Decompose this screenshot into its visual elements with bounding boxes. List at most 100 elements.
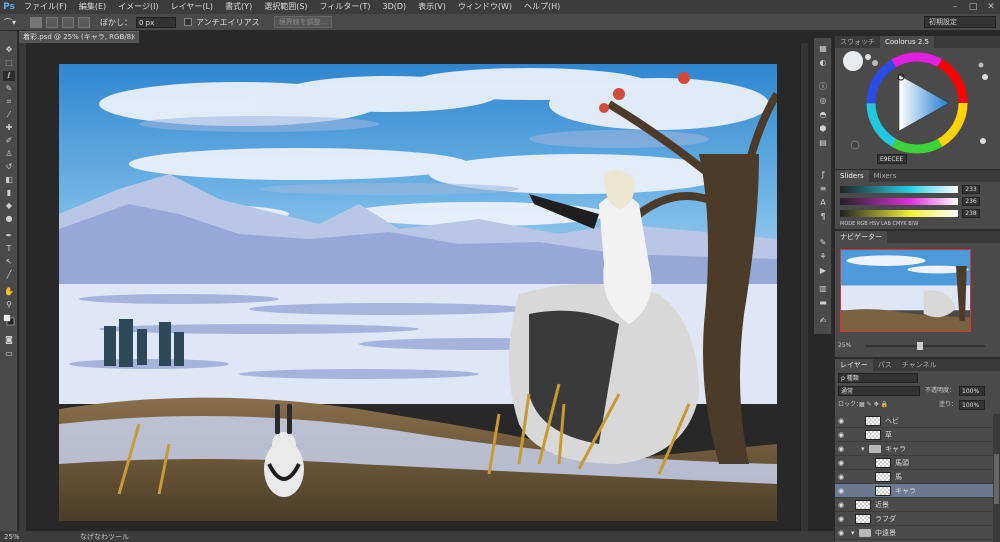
- notes-panel-icon[interactable]: ✍: [817, 316, 829, 326]
- document-tab[interactable]: 着彩.psd @ 25% (キャラ, RGB/8) ×: [19, 31, 139, 43]
- navigator-zoom-handle[interactable]: [917, 342, 923, 350]
- slider-b-value[interactable]: 238: [962, 209, 980, 218]
- tab-layers[interactable]: レイヤー: [835, 359, 873, 371]
- opacity-input[interactable]: 100%: [959, 386, 985, 396]
- 3d-panel-icon[interactable]: ⬢: [817, 124, 829, 134]
- zoom-tool-icon[interactable]: ⚲: [3, 300, 15, 310]
- visibility-eye-icon[interactable]: ◉: [838, 528, 848, 538]
- feather-input[interactable]: 0 px: [136, 16, 176, 28]
- brush-preset-icon[interactable]: ≡: [817, 184, 829, 194]
- layer-row[interactable]: ◉ 近景: [835, 498, 993, 512]
- navigator-thumbnail[interactable]: [840, 249, 971, 332]
- slider-b[interactable]: 238: [840, 209, 995, 218]
- close-document-icon[interactable]: ×: [130, 32, 136, 43]
- clone-source-icon[interactable]: ⚘: [817, 252, 829, 262]
- clone-stamp-tool-icon[interactable]: ♙: [3, 149, 15, 159]
- menu-layer[interactable]: レイヤー(L): [165, 0, 219, 14]
- lock-icons[interactable]: ▦✎✥🔒: [859, 400, 890, 410]
- group-expand-icon[interactable]: ▾: [851, 528, 855, 538]
- brush-panel-icon[interactable]: ƒ: [817, 170, 829, 180]
- eraser-tool-icon[interactable]: ◧: [3, 175, 15, 185]
- refine-edge-button[interactable]: 境界線を調整...: [273, 16, 333, 28]
- dodge-tool-icon[interactable]: ●: [3, 214, 15, 224]
- lasso-preset-icon[interactable]: ⌒▾: [4, 17, 26, 28]
- visibility-eye-icon[interactable]: ◉: [838, 500, 848, 510]
- menu-filter[interactable]: フィルター(T): [314, 0, 377, 14]
- antialias-checkbox[interactable]: [184, 18, 192, 26]
- brush-tool-icon[interactable]: ✐: [3, 136, 15, 146]
- slider-g-value[interactable]: 236: [962, 197, 980, 206]
- slider-r[interactable]: 233: [840, 185, 995, 194]
- visibility-eye-icon[interactable]: ◉: [838, 472, 848, 482]
- slider-r-bar[interactable]: [840, 186, 958, 193]
- intersect-selection-icon[interactable]: [78, 16, 90, 28]
- menu-3d[interactable]: 3D(D): [377, 0, 413, 14]
- quick-mask-icon[interactable]: ◙: [3, 335, 15, 345]
- menu-view[interactable]: 表示(V): [412, 0, 452, 14]
- zoom-level[interactable]: 25%: [0, 533, 40, 541]
- fill-input[interactable]: 100%: [959, 400, 985, 410]
- type-tool-icon[interactable]: T: [3, 244, 15, 254]
- menu-help[interactable]: ヘルプ(H): [518, 0, 566, 14]
- layer-row[interactable]: ◉ 馬頭: [835, 456, 993, 470]
- color-panel-icon[interactable]: ◐: [817, 58, 829, 68]
- tab-navigator[interactable]: ナビゲーター: [835, 231, 887, 243]
- healing-brush-tool-icon[interactable]: ✚: [3, 123, 15, 133]
- tab-coolorus[interactable]: Coolorus 2.5: [880, 36, 934, 48]
- gradient-tool-icon[interactable]: ▮: [3, 188, 15, 198]
- lasso-tool-icon[interactable]: ℓ: [3, 71, 15, 81]
- menu-select[interactable]: 選択範囲(S): [258, 0, 313, 14]
- path-selection-tool-icon[interactable]: ↖: [3, 257, 15, 267]
- properties-panel-icon[interactable]: ◎: [817, 96, 829, 106]
- history-panel-icon[interactable]: ▦: [817, 44, 829, 54]
- layer-row[interactable]: ◉ ヘビ: [835, 414, 993, 428]
- add-selection-icon[interactable]: [46, 16, 58, 28]
- visibility-eye-icon[interactable]: ◉: [838, 514, 848, 524]
- group-expand-icon[interactable]: ▾: [861, 444, 865, 454]
- tab-mixers[interactable]: Mixers: [869, 170, 902, 182]
- layers-scrollbar[interactable]: [993, 414, 1000, 542]
- menu-edit[interactable]: 編集(E): [73, 0, 112, 14]
- layer-row[interactable]: ◉ ラフダ: [835, 512, 993, 526]
- styles-panel-icon[interactable]: ▤: [817, 138, 829, 148]
- tab-paths[interactable]: パス: [873, 359, 897, 371]
- workspace-select[interactable]: 初期設定: [924, 16, 996, 28]
- slider-b-bar[interactable]: [840, 210, 958, 217]
- maximize-button[interactable]: □: [964, 2, 982, 12]
- history-brush-tool-icon[interactable]: ↺: [3, 162, 15, 172]
- adjustments-panel-icon[interactable]: ◓: [817, 110, 829, 120]
- eyedropper-tool-icon[interactable]: ⁄: [3, 110, 15, 120]
- tab-swatches[interactable]: スウォッチ: [835, 36, 880, 48]
- slider-g-bar[interactable]: [840, 198, 958, 205]
- paragraph-panel-icon[interactable]: ¶: [817, 212, 829, 222]
- hex-field[interactable]: E9ECEE: [877, 154, 907, 164]
- character-panel-icon[interactable]: A: [817, 198, 829, 208]
- visibility-eye-icon[interactable]: ◉: [838, 486, 848, 496]
- layer-group-row[interactable]: ◉ ▾ 中遠景: [835, 526, 993, 540]
- crop-tool-icon[interactable]: ⌗: [3, 97, 15, 107]
- layers-scroll-thumb[interactable]: [994, 454, 999, 504]
- slider-r-value[interactable]: 233: [962, 185, 980, 194]
- timeline-panel-icon[interactable]: ▬: [817, 298, 829, 308]
- vertical-scrollbar[interactable]: [800, 43, 808, 531]
- color-swatch-icon[interactable]: [3, 314, 15, 326]
- painting-canvas[interactable]: [59, 64, 777, 521]
- menu-type[interactable]: 書式(Y): [219, 0, 258, 14]
- tab-channels[interactable]: チャンネル: [897, 359, 942, 371]
- layer-group-row[interactable]: ◉ ▾ キャラ: [835, 442, 993, 456]
- visibility-eye-icon[interactable]: ◉: [838, 458, 848, 468]
- actions-panel-icon[interactable]: ▶: [817, 266, 829, 276]
- new-selection-icon[interactable]: [30, 16, 42, 28]
- menu-image[interactable]: イメージ(I): [112, 0, 164, 14]
- blur-tool-icon[interactable]: ◆: [3, 201, 15, 211]
- layer-row[interactable]: ◉ 草: [835, 428, 993, 442]
- info-panel-icon[interactable]: ⓘ: [817, 82, 829, 92]
- slider-g[interactable]: 236: [840, 197, 995, 206]
- hand-tool-icon[interactable]: ✋: [3, 287, 15, 297]
- color-modes[interactable]: MODE RGB HSV LAB CMYK B/W: [840, 219, 918, 229]
- marquee-tool-icon[interactable]: ⬚: [3, 58, 15, 68]
- shape-tool-icon[interactable]: ╱: [3, 270, 15, 280]
- layer-comps-icon[interactable]: ▥: [817, 284, 829, 294]
- menu-file[interactable]: ファイル(F): [18, 0, 73, 14]
- layer-row[interactable]: ◉ キャラ: [835, 484, 993, 498]
